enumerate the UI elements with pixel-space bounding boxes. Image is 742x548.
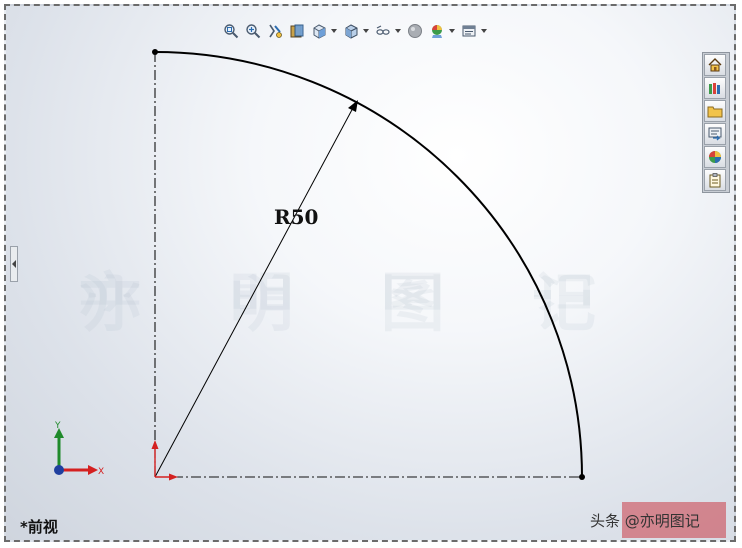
arc-endpoint-right[interactable] <box>579 474 585 480</box>
triad-x-label: X <box>98 467 104 477</box>
coordinate-triad-icon <box>54 428 98 475</box>
arc-endpoint-top[interactable] <box>152 49 158 55</box>
sketch-arc[interactable] <box>154 51 583 478</box>
dimension-arrowhead <box>348 100 358 112</box>
radius-dimension-line[interactable] <box>154 105 355 478</box>
credit-watermark: 头条 @亦明图记 <box>590 512 700 530</box>
sketch-origin-icon[interactable] <box>151 440 179 481</box>
sketch-drawing: Y X <box>54 49 585 481</box>
view-name: *前视 <box>20 518 58 536</box>
radius-dimension-label[interactable]: R50 <box>274 205 318 229</box>
triad-y-label: Y <box>54 421 61 431</box>
